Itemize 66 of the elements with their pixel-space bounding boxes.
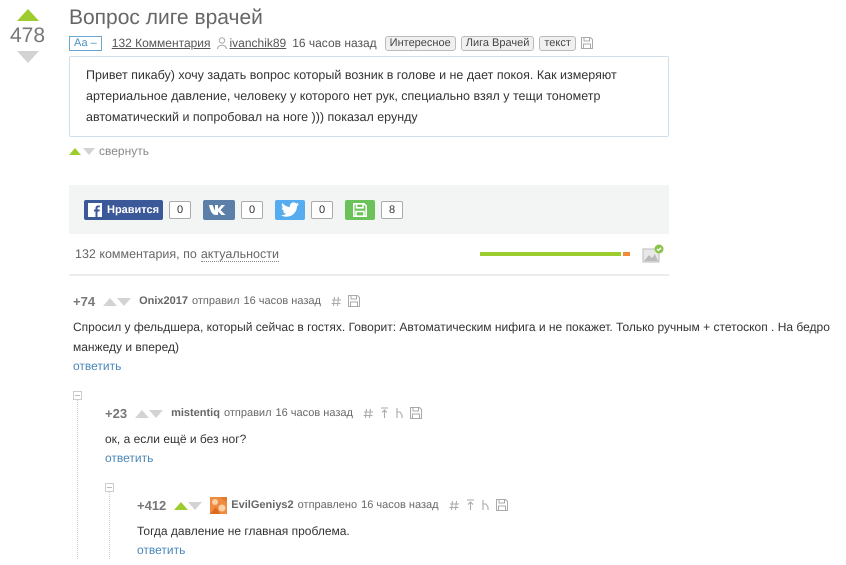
comment-action: отправил	[192, 295, 240, 307]
arrow-up-icon[interactable]	[380, 407, 389, 419]
upvote-icon[interactable]	[135, 408, 150, 418]
post-title[interactable]: Вопрос лиге врачей	[69, 5, 669, 31]
collapse-link[interactable]: свернуть	[99, 144, 149, 158]
comment-rating: +74	[73, 294, 96, 308]
save-icon[interactable]	[580, 37, 593, 49]
collapse-toggle[interactable]	[105, 483, 114, 492]
save-icon	[353, 202, 368, 216]
share-button[interactable]	[275, 200, 306, 220]
comment-time[interactable]: 16 часов назад	[361, 499, 439, 511]
reply-link[interactable]: ответить	[137, 543, 186, 557]
comments-count: 132 комментария, по	[75, 247, 197, 261]
post-text: Привет пикабу) хочу задать вопрос который возник в голове и не дает покоя. Как измеряют артериальное давление, человеку у которого нет рук, специально взял у тещи тонометр автоматический и попробовал на ноге ))) показал ерунду	[69, 56, 669, 137]
upvote-icon[interactable]	[103, 296, 118, 306]
reply-link[interactable]: ответить	[73, 359, 122, 373]
comment-time[interactable]: 16 часов назад	[244, 295, 321, 307]
upvote-icon[interactable]	[16, 9, 38, 21]
image-check-icon[interactable]	[642, 244, 664, 264]
hash-icon[interactable]	[448, 500, 460, 510]
hash-icon[interactable]	[362, 408, 374, 418]
comment-time[interactable]: 16 часов назад	[275, 407, 353, 419]
share-button[interactable]	[203, 200, 236, 220]
user-icon	[216, 37, 226, 49]
share-count: 8	[381, 200, 404, 218]
sort-link[interactable]: актуальности	[200, 246, 279, 262]
comment-rating: +412	[137, 498, 166, 512]
save-icon[interactable]	[348, 295, 360, 307]
reply-link[interactable]: ответить	[105, 451, 154, 465]
hash-icon[interactable]	[330, 296, 342, 306]
tag[interactable]: Интересное	[384, 36, 456, 50]
comment-author[interactable]: EvilGeniys2	[231, 499, 294, 511]
upvote-icon[interactable]	[174, 500, 188, 510]
downvote-icon[interactable]	[16, 51, 38, 63]
comment-author[interactable]: mistentiq	[171, 407, 220, 419]
save-button[interactable]	[345, 200, 376, 220]
comments-link[interactable]: 132 Комментария	[112, 36, 210, 50]
share-button[interactable]: Нравится	[84, 200, 164, 220]
tag[interactable]: текст	[539, 36, 576, 50]
font-size-toggle[interactable]: Аа –	[69, 36, 102, 50]
comment-text: ок, а если ещё и без ног?	[105, 431, 248, 448]
comment-action: отправил	[224, 407, 272, 419]
post-rating: 478	[10, 23, 46, 49]
arrow-up-icon[interactable]	[466, 499, 475, 511]
comment-text: Тогда давление не главная проблема.	[137, 523, 351, 540]
tag[interactable]: Лига Врачей	[460, 36, 534, 50]
downvote-icon[interactable]	[149, 408, 164, 418]
downvote-icon[interactable]	[188, 500, 202, 510]
save-icon[interactable]	[410, 407, 422, 419]
post-time: 16 часов назад	[292, 36, 377, 50]
branch-icon[interactable]	[480, 499, 490, 511]
vote-arrows-icon	[69, 147, 97, 155]
comment-rating: +23	[105, 406, 128, 420]
collapse-toggle[interactable]	[73, 391, 82, 400]
downvote-icon[interactable]	[117, 296, 132, 306]
branch-icon[interactable]	[394, 407, 404, 419]
bird-icon	[281, 202, 300, 217]
share-count: 0	[169, 200, 192, 218]
comment-author[interactable]: Onix2017	[139, 295, 188, 307]
post-author[interactable]: ivanchik89	[230, 36, 286, 50]
comment-text: Спросил у фельдшера, который сейчас в гостях. Говорит: Автоматическим нифига и не покажет. Только ручным + стетоскоп . На бедро манжеду и вперед)	[73, 319, 831, 356]
save-icon[interactable]	[496, 499, 508, 511]
share-count: 0	[241, 200, 264, 218]
comment-action: отправлено	[298, 499, 358, 511]
share-count: 0	[311, 200, 334, 218]
facebook-icon	[88, 202, 102, 216]
